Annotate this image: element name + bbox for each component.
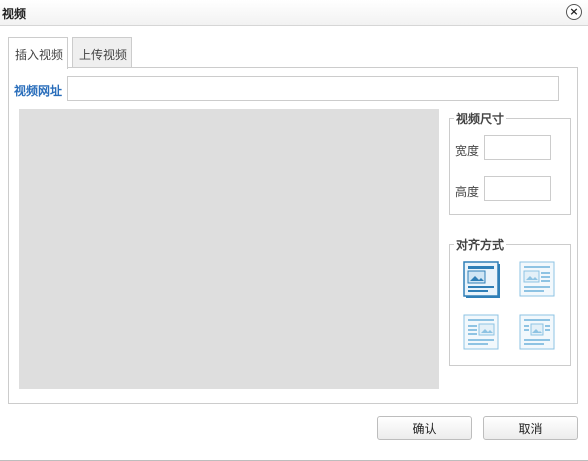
confirm-button[interactable]: 确认 <box>377 416 472 440</box>
align-center-icon[interactable] <box>519 314 557 352</box>
align-left-icon[interactable] <box>519 261 557 299</box>
video-url-input[interactable] <box>67 76 559 101</box>
tab-upload-video[interactable]: 上传视频 <box>72 37 132 68</box>
tab-insert-video[interactable]: 插入视频 <box>8 37 68 69</box>
video-preview-area <box>19 109 439 389</box>
close-icon[interactable]: × <box>566 4 582 20</box>
align-right-icon[interactable] <box>463 314 501 352</box>
video-size-legend: 视频尺寸 <box>456 112 505 126</box>
video-dialog: 视频 × 插入视频 上传视频 视频网址 视频尺寸 宽度 高度 对齐方式 确认 取… <box>0 0 588 461</box>
width-label: 宽度 <box>455 144 480 158</box>
video-url-label: 视频网址 <box>14 84 63 98</box>
alignment-legend: 对齐方式 <box>456 238 505 252</box>
dialog-titlebar[interactable]: 视频 × <box>0 0 588 26</box>
width-input[interactable] <box>484 135 551 160</box>
cancel-button[interactable]: 取消 <box>483 416 578 440</box>
align-none-icon[interactable] <box>463 261 501 299</box>
dialog-title: 视频 <box>2 7 27 21</box>
height-input[interactable] <box>484 176 551 201</box>
height-label: 高度 <box>455 185 480 199</box>
